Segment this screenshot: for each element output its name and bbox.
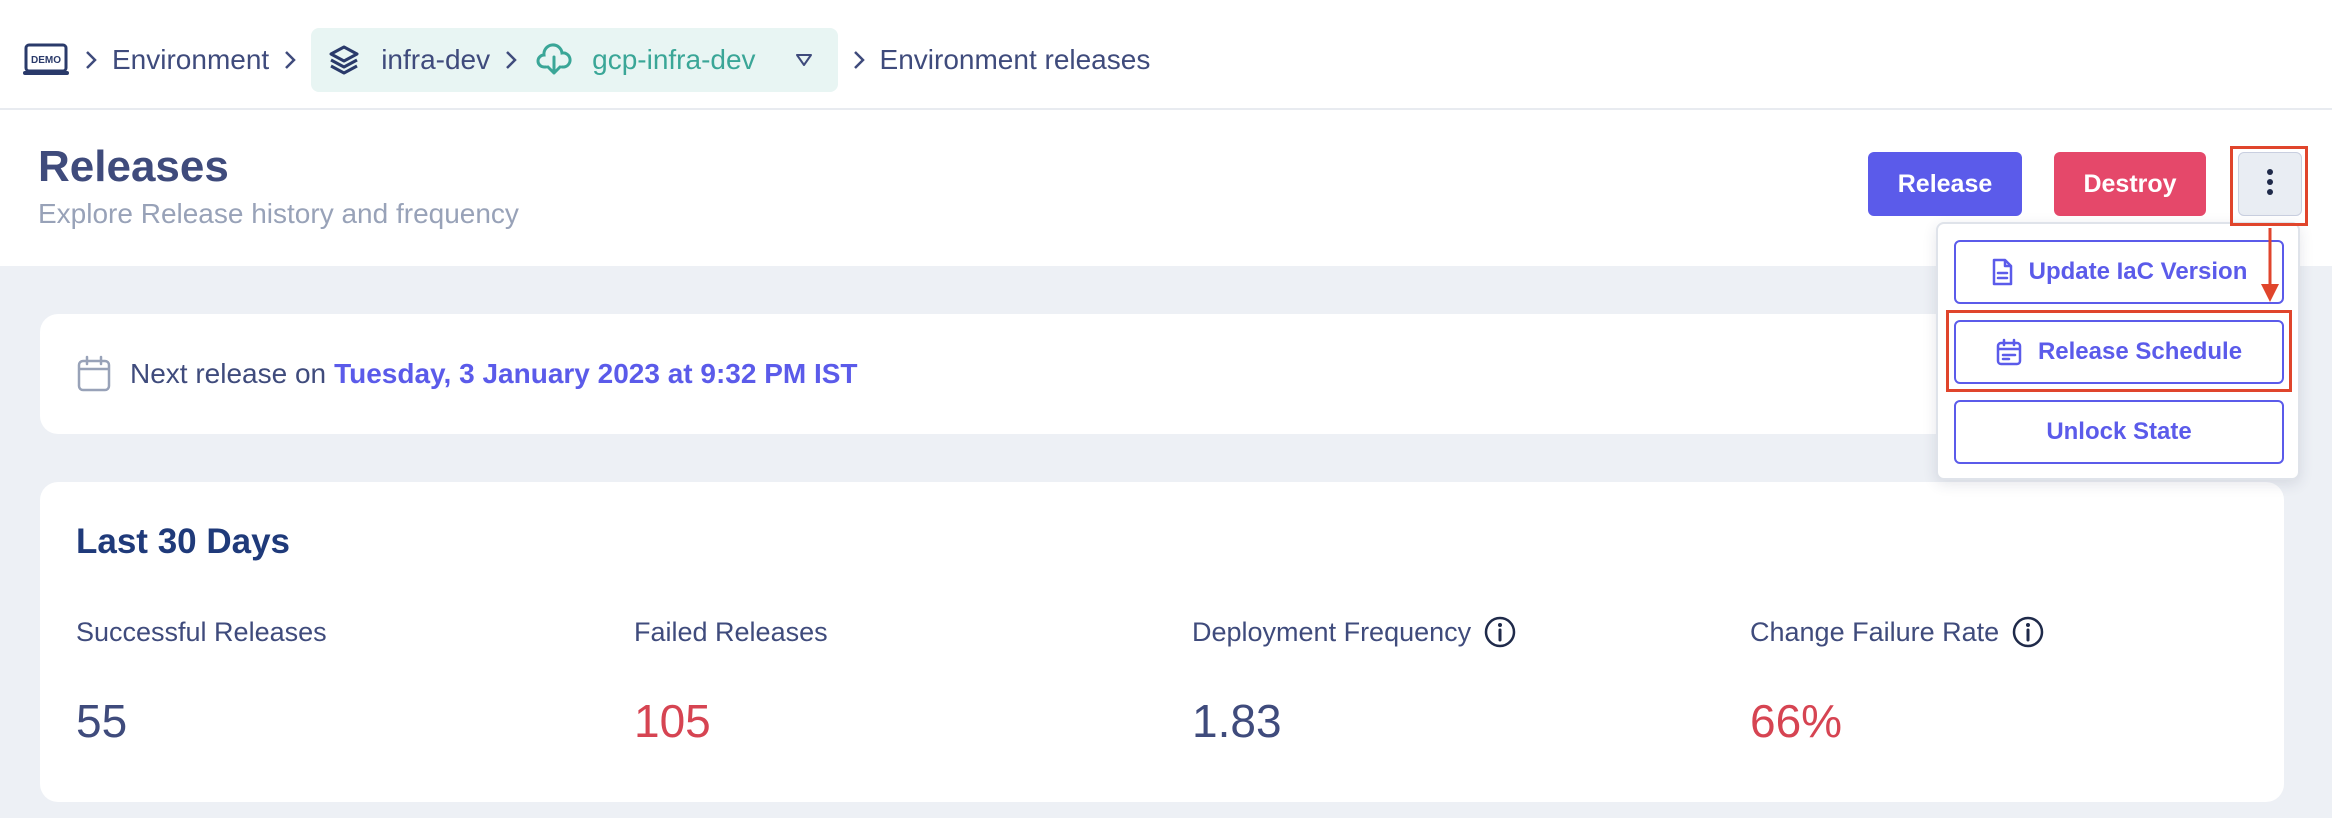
calendar-icon — [76, 355, 112, 393]
stat-failed-releases: Failed Releases 105 — [634, 612, 828, 748]
stat-label: Failed Releases — [634, 616, 828, 647]
next-release-label: Next release on — [130, 358, 327, 389]
stat-label: Change Failure Rate — [1750, 616, 2000, 647]
chevron-right-icon — [84, 49, 98, 71]
cloud-download-icon — [536, 43, 572, 77]
info-icon[interactable] — [1483, 615, 1517, 649]
caret-down-icon[interactable] — [794, 52, 814, 68]
page-subtitle: Explore Release history and frequency — [38, 198, 519, 229]
destroy-button[interactable]: Destroy — [2054, 152, 2206, 216]
breadcrumb-infra-dev[interactable]: infra-dev — [381, 44, 490, 76]
more-vertical-icon — [2266, 168, 2274, 201]
svg-text:DEMO: DEMO — [31, 55, 61, 66]
stat-label: Successful Releases — [76, 616, 327, 647]
update-iac-version-button[interactable]: Update IaC Version — [1954, 240, 2284, 304]
breadcrumb-environment[interactable]: Environment — [112, 44, 269, 76]
menu-item-label: Update IaC Version — [2028, 258, 2248, 285]
breadcrumb-environment-releases: Environment releases — [879, 44, 1151, 75]
more-options-button[interactable] — [2238, 152, 2302, 216]
breadcrumb: DEMO Environment infra-dev gcp-infra-dev… — [22, 28, 1150, 92]
page-title: Releases — [38, 142, 229, 191]
stats-title: Last 30 Days — [76, 522, 291, 561]
stat-value: 55 — [76, 695, 128, 747]
stat-value: 66% — [1750, 695, 1843, 747]
chevron-right-icon — [504, 49, 518, 71]
release-button[interactable]: Release — [1868, 152, 2022, 216]
next-release-date: Tuesday, 3 January 2023 at 9:32 PM IST — [334, 358, 858, 389]
stat-successful-releases: Successful Releases 55 — [76, 612, 327, 748]
stats-card: Last 30 Days Successful Releases 55 Fail… — [40, 482, 2284, 802]
environment-selector[interactable]: infra-dev gcp-infra-dev — [311, 28, 838, 92]
stat-label: Deployment Frequency — [1192, 616, 1472, 647]
breadcrumb-bar: DEMO Environment infra-dev gcp-infra-dev… — [0, 0, 2332, 110]
info-icon[interactable] — [2011, 615, 2045, 649]
release-schedule-button[interactable]: Release Schedule — [1954, 320, 2284, 384]
stat-value: 1.83 — [1192, 695, 1282, 747]
document-icon — [1991, 258, 2013, 286]
chevron-right-icon — [283, 49, 297, 71]
layers-icon — [327, 43, 361, 77]
demo-logo-icon[interactable]: DEMO — [22, 41, 70, 79]
stat-value: 105 — [634, 695, 711, 747]
menu-item-label: Release Schedule — [2037, 338, 2243, 365]
more-options-menu: Update IaC Version Release Schedule Unlo… — [1936, 222, 2300, 480]
unlock-state-button[interactable]: Unlock State — [1954, 400, 2284, 464]
stat-change-failure-rate: Change Failure Rate 66% — [1750, 612, 2045, 748]
chevron-right-icon — [852, 49, 866, 71]
stat-deployment-frequency: Deployment Frequency 1.83 — [1192, 612, 1517, 748]
breadcrumb-gcp-infra-dev[interactable]: gcp-infra-dev — [592, 44, 755, 76]
stat-label-row: Deployment Frequency — [1192, 612, 1517, 652]
stat-label-row: Change Failure Rate — [1750, 612, 2045, 652]
calendar-icon — [1996, 338, 2022, 366]
menu-item-label: Unlock State — [2046, 418, 2192, 445]
